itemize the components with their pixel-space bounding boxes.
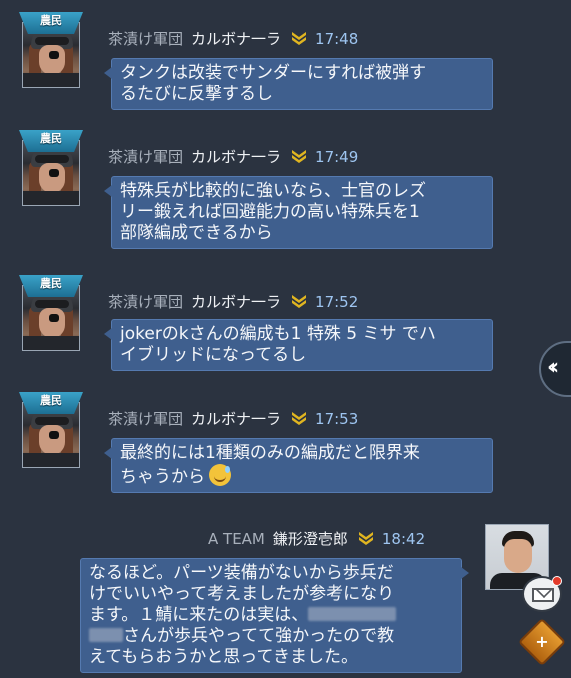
redacted-text (89, 628, 123, 642)
message-line: イブリッドになってるし (120, 345, 307, 365)
redacted-text (308, 607, 397, 621)
message-bubble[interactable]: 特殊兵が比較的に強いなら、士官のレズ リー鍛えれば回避能力の高い特殊兵を1 部隊… (104, 176, 493, 249)
message-line: なるほど。パーツ装備がないから歩兵だ (89, 563, 453, 584)
add-user-icon: + (535, 632, 549, 651)
message-line: タンクは改装でサンダーにすれば被弾す (120, 63, 427, 83)
player-name[interactable]: カルボナ一ラ (191, 293, 281, 311)
collapse-panel-button[interactable]: ‹‹ (539, 341, 571, 397)
timestamp: 17:53 (315, 410, 359, 428)
message-text: えてもらおうかと思ってきました。 (89, 647, 358, 667)
avatar[interactable]: 農民 (16, 130, 86, 208)
rank-chevron-icon (292, 150, 307, 163)
message-line: jokerのkさんの編成も1 特殊 5 ミサ でハ (120, 324, 436, 344)
message-line: ちゃうから (120, 464, 484, 488)
message-bubble[interactable]: 最終的には1種類のみの編成だと限界来 ちゃうから (104, 438, 493, 493)
rank-badge: 農民 (19, 275, 83, 297)
rank-badge: 農民 (19, 12, 83, 34)
player-name[interactable]: カルボナ一ラ (191, 410, 281, 428)
mail-button[interactable] (522, 576, 562, 612)
message-line: 特殊兵が比較的に強いなら、士官のレズ (120, 181, 426, 201)
avatar[interactable]: 農民 (16, 275, 86, 353)
message-line: えてもらおうかと思ってきました。 (89, 647, 453, 668)
add-friend-button[interactable]: + (517, 617, 567, 667)
rank-badge: 農民 (19, 392, 83, 414)
message-line: 最終的には1種類のみの編成だと限界来 (120, 443, 420, 463)
guild-name[interactable]: 茶漬け軍団 (108, 293, 183, 311)
message-line: けでいいやって考えましたが参考になり (89, 584, 453, 605)
message-header: A TEAM 鎌形澄壱郎 18:42 (208, 528, 425, 549)
sweat-smile-emoji-icon (209, 464, 231, 486)
guild-name[interactable]: A TEAM (208, 530, 265, 548)
message-text: さんが歩兵やってて強かったので教 (123, 626, 395, 646)
player-name[interactable]: カルボナ一ラ (191, 30, 281, 48)
timestamp: 17:49 (315, 148, 359, 166)
rank-badge: 農民 (19, 130, 83, 152)
guild-name[interactable]: 茶漬け軍団 (108, 148, 183, 166)
rank-chevron-icon (358, 532, 373, 545)
message-bubble[interactable]: なるほど。パーツ装備がないから歩兵だ けでいいやって考えましたが参考になり ます… (80, 558, 469, 673)
rank-chevron-icon (292, 32, 307, 45)
message-bubble[interactable]: jokerのkさんの編成も1 特殊 5 ミサ でハ イブリッドになってるし (104, 319, 493, 371)
message-line: ます。１鯖に来たのは実は、 (89, 605, 453, 626)
message-text: り (377, 584, 395, 604)
message-text: ちゃうから (120, 467, 205, 487)
rank-chevron-icon (292, 412, 307, 425)
message-bubble[interactable]: タンクは改装でサンダーにすれば被弾す るたびに反撃するし (104, 58, 493, 110)
timestamp: 17:52 (315, 293, 359, 311)
message-line: るたびに反撃するし (120, 84, 273, 104)
guild-name[interactable]: 茶漬け軍団 (108, 410, 183, 428)
avatar[interactable]: 農民 (16, 12, 86, 90)
message-header: 茶漬け軍団 カルボナ一ラ 17:48 (108, 28, 358, 49)
timestamp: 17:48 (315, 30, 359, 48)
message-header: 茶漬け軍団 カルボナ一ラ 17:53 (108, 408, 358, 429)
player-name[interactable]: 鎌形澄壱郎 (273, 530, 348, 548)
message-line: さんが歩兵やってて強かったので教 (89, 626, 453, 647)
avatar[interactable]: 農民 (16, 392, 86, 470)
message-text: なるほど。パーツ装備がないから歩兵だ (89, 563, 394, 583)
notification-dot (552, 576, 562, 586)
message-line: 部隊編成できるから (120, 223, 273, 243)
message-text: けでいいやって考えましたが参考にな (89, 584, 378, 604)
guild-name[interactable]: 茶漬け軍団 (108, 30, 183, 48)
player-name[interactable]: カルボナ一ラ (191, 148, 281, 166)
message-header: 茶漬け軍団 カルボナ一ラ 17:49 (108, 146, 358, 167)
double-chevron-left-icon: ‹‹ (547, 355, 559, 380)
message-line: リー鍛えれば回避能力の高い特殊兵を1 (120, 202, 420, 222)
message-text: ます。１鯖に来たのは実は、 (89, 605, 309, 625)
envelope-icon (532, 588, 554, 602)
timestamp: 18:42 (381, 530, 426, 548)
rank-chevron-icon (292, 295, 307, 308)
message-header: 茶漬け軍団 カルボナ一ラ 17:52 (108, 291, 358, 312)
